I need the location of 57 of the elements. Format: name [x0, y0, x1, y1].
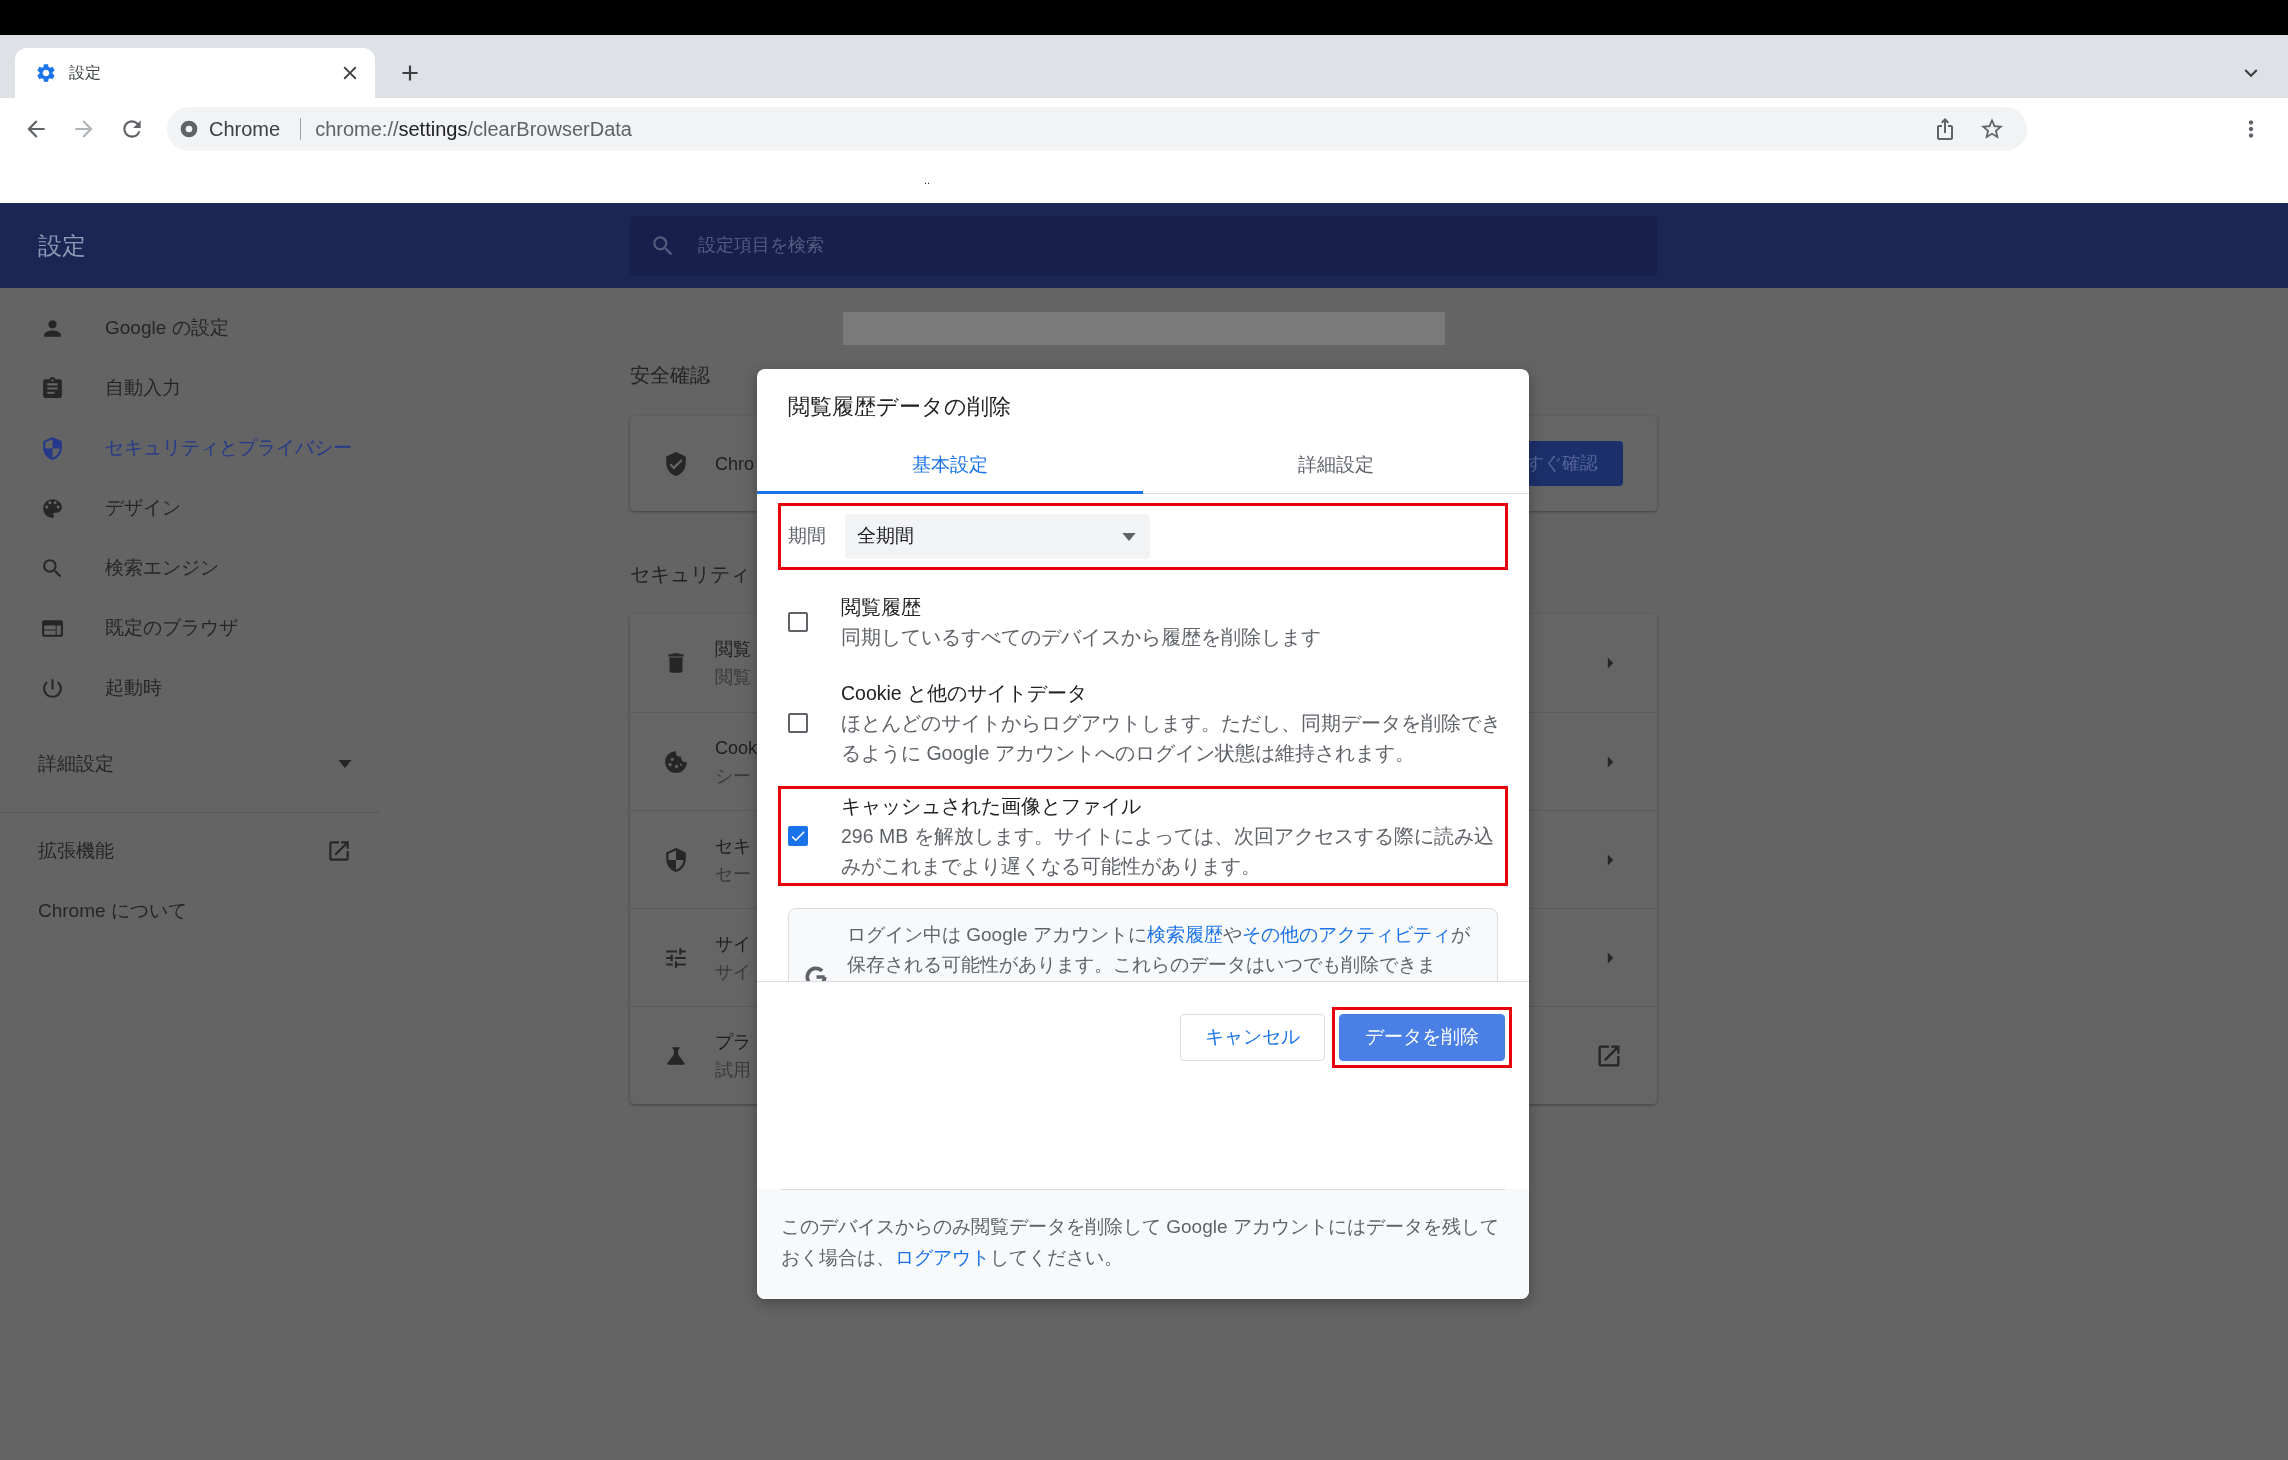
sidebar-item[interactable]: セキュリティとプライバシー — [0, 418, 380, 478]
row-title: Chro — [715, 452, 754, 476]
section-heading: セキュリティ — [630, 562, 751, 586]
url-text: chrome://settings/clearBrowserData — [315, 117, 632, 142]
caret-icon — [338, 760, 352, 768]
sidebar-item[interactable]: 既定のブラウザ — [0, 598, 380, 658]
row-title: プラ — [715, 1030, 751, 1054]
row-title: 閲覧 — [715, 638, 751, 661]
star-icon[interactable] — [1979, 116, 2005, 142]
option-title: キャッシュされた画像とファイル — [841, 794, 1142, 819]
sidebar-item[interactable]: Google の設定 — [0, 298, 380, 358]
external-link-icon — [326, 838, 352, 864]
address-bar[interactable]: Chrome chrome://settings/clearBrowserData — [167, 107, 2027, 151]
site-info-icon[interactable] — [179, 119, 199, 139]
cancel-button[interactable]: キャンセル — [1180, 1014, 1325, 1061]
checkbox[interactable] — [788, 826, 808, 846]
browser-tab[interactable]: 設定 — [15, 48, 375, 98]
caret-icon — [1122, 532, 1136, 541]
gear-icon — [35, 62, 57, 84]
clipboard-icon — [40, 375, 65, 401]
sidebar-link[interactable]: 拡張機能 — [0, 821, 380, 881]
row-title: Cook — [715, 736, 758, 760]
shield-icon — [40, 435, 65, 461]
period-label: 期間 — [788, 524, 827, 549]
option-description: ほとんどのサイトからログアウトします。ただし、同期データを削除できるように Google アカウントへのログイン状態は維持されます。 — [841, 711, 1502, 766]
period-select[interactable]: 全期間 — [845, 514, 1150, 559]
option-description: 同期しているすべてのデバイスから履歴を削除します — [841, 625, 1322, 650]
row-title: サイ — [715, 932, 751, 956]
dots-text: .. — [924, 174, 931, 186]
cookie-icon — [663, 748, 689, 775]
footer-text: このデバイスからのみ閲覧データを削除して Google アカウントにはデータを残しておく場合は、ログアウト してください。 — [781, 1215, 1499, 1270]
activity-link[interactable]: 検索履歴 — [1146, 924, 1223, 945]
sidebar-item[interactable]: 自動入力 — [0, 358, 380, 418]
section-heading: 安全確認 — [630, 363, 711, 387]
sidebar-item[interactable]: デザイン — [0, 478, 380, 538]
activity-link[interactable]: その他のアクティビティ — [1241, 924, 1451, 945]
search-input[interactable]: 設定項目を検索 — [696, 231, 1596, 260]
origin-label: Chrome — [209, 117, 281, 142]
checkbox[interactable] — [788, 612, 808, 632]
search-field[interactable]: 設定項目を検索 — [630, 215, 1657, 276]
sidebar-link[interactable]: Chrome について — [0, 881, 380, 941]
advanced-toggle[interactable]: 詳細設定 — [0, 734, 380, 794]
notice-text: ログイン中は Google アカウントに検索履歴やその他のアクティビティ が保存される可能性があります。これらのデータはいつでも削除できま — [847, 923, 1471, 977]
logout-link[interactable]: ログアウト — [895, 1247, 990, 1268]
option-title: 閲覧履歴 — [841, 595, 922, 620]
shield-check-icon — [663, 450, 689, 477]
sidebar-item[interactable]: 起動時 — [0, 658, 380, 718]
dialog-tab[interactable]: 基本設定 — [757, 440, 1143, 494]
shield-icon — [663, 846, 689, 873]
sidebar-item[interactable]: 検索エンジン — [0, 538, 380, 598]
page-title: 設定 — [38, 231, 86, 259]
row-title: セキ — [715, 834, 751, 858]
checkbox[interactable] — [788, 713, 808, 733]
dialog-title: 閲覧履歴データの削除 — [787, 393, 1012, 421]
option-description: 296 MB を解放します。サイトによっては、次回アクセスする際に読み込みがこれまでより遅くなる可能性があります。 — [841, 824, 1495, 879]
option-title: Cookie と他のサイトデータ — [841, 681, 1089, 706]
delete-data-button[interactable]: データを削除 — [1339, 1014, 1505, 1061]
